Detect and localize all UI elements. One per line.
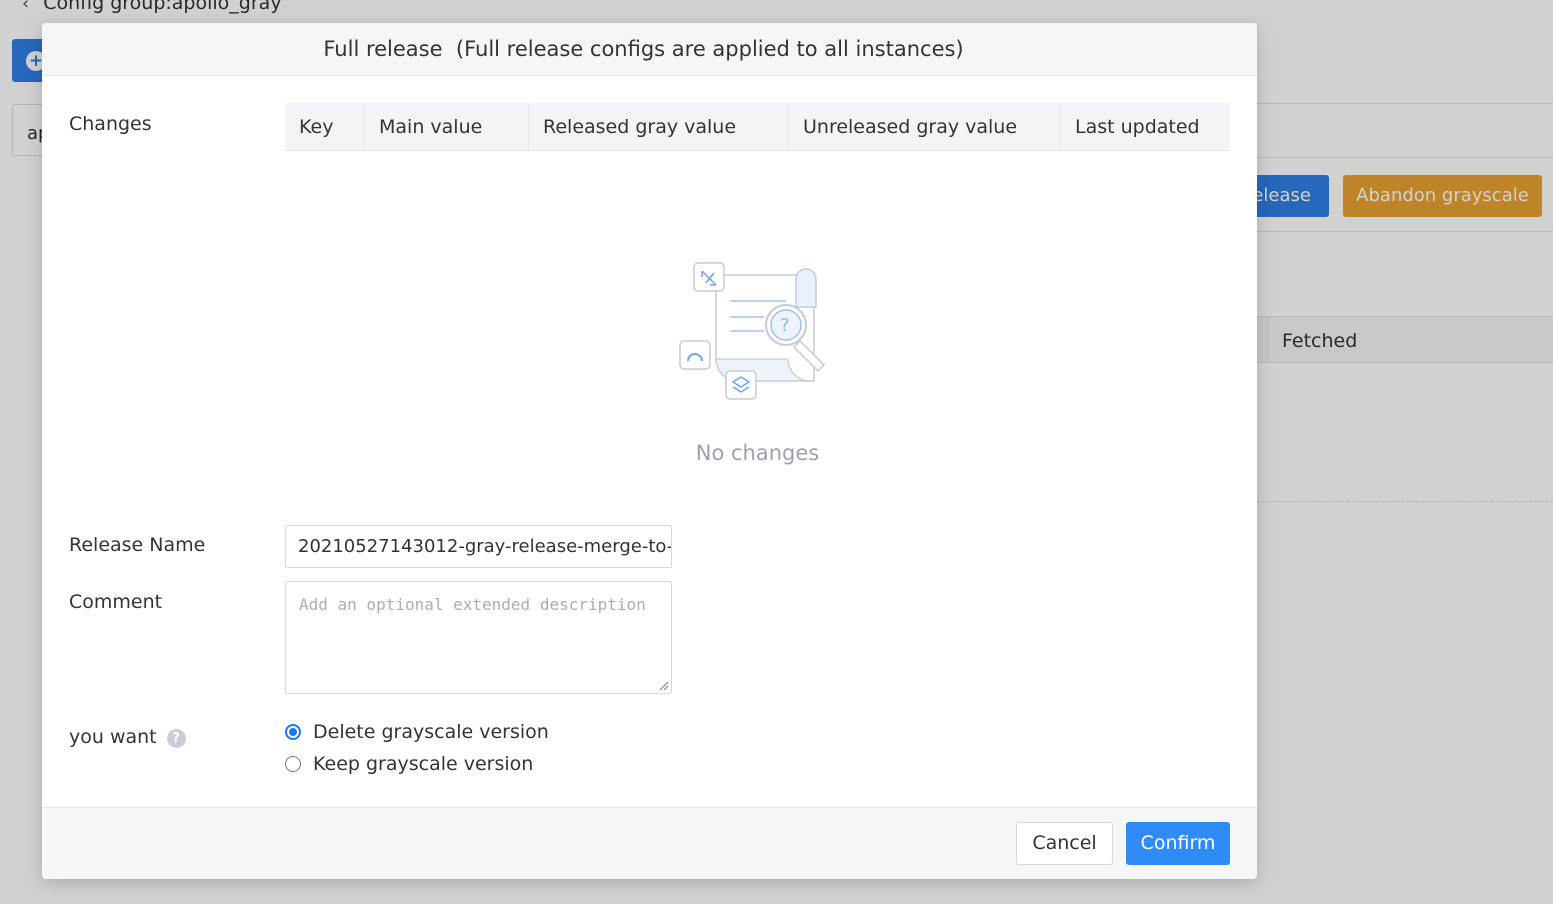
radio-keep-grayscale[interactable]: Keep grayscale version [285, 753, 533, 775]
you-want-label: you want [69, 726, 157, 748]
column-header-released-gray-value: Released gray value [529, 103, 789, 151]
column-header-unreleased-gray-value: Unreleased gray value [789, 103, 1061, 151]
radio-button-checked[interactable] [285, 724, 301, 740]
comment-placeholder: Add an optional extended description [299, 595, 646, 614]
help-icon[interactable]: ? [166, 729, 186, 748]
full-release-modal: Full release (Full release configs are a… [42, 23, 1257, 879]
confirm-button[interactable]: Confirm [1126, 822, 1230, 865]
radio-label-delete: Delete grayscale version [313, 721, 549, 743]
resize-handle-icon[interactable] [657, 679, 669, 691]
radio-delete-grayscale[interactable]: Delete grayscale version [285, 721, 549, 743]
modal-header: Full release (Full release configs are a… [42, 23, 1257, 76]
column-header-key: Key [285, 103, 365, 151]
you-want-label-row: you want ? [69, 726, 186, 748]
changes-label: Changes [69, 113, 152, 135]
modal-footer: Cancel Confirm [42, 807, 1257, 879]
radio-label-keep: Keep grayscale version [313, 753, 534, 775]
comment-label: Comment [69, 591, 163, 613]
svg-text:?: ? [780, 315, 790, 336]
column-header-main-value: Main value [365, 103, 529, 151]
release-name-input[interactable]: 20210527143012-gray-release-merge-to-m [285, 525, 672, 568]
radio-button-unchecked[interactable] [285, 756, 301, 772]
comment-textarea[interactable]: Add an optional extended description [285, 581, 672, 694]
release-name-value: 20210527143012-gray-release-merge-to-m [298, 536, 672, 557]
cancel-button[interactable]: Cancel [1016, 822, 1113, 865]
modal-title: Full release (Full release configs are a… [323, 37, 964, 61]
column-header-last-updated: Last updated [1075, 116, 1200, 138]
release-name-label: Release Name [69, 534, 206, 556]
changes-table-header: Key Main value Released gray value Unrel… [285, 103, 1230, 151]
empty-state-text: No changes [695, 441, 820, 465]
empty-search-illustration: ? [679, 262, 826, 400]
